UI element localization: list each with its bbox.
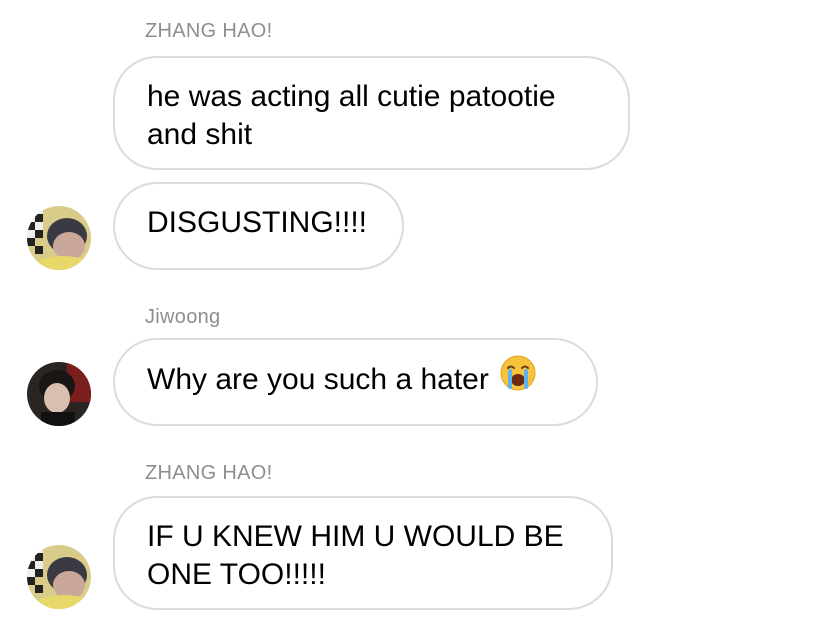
loudly-crying-face-emoji-icon — [499, 354, 537, 402]
message-bubble[interactable]: he was acting all cutie patootie and shi… — [113, 56, 630, 170]
message-text-line: he was acting all cutie patootie — [147, 80, 556, 113]
message-text: Why are you such a hater — [147, 362, 489, 396]
sender-name: ZHANG HAO! — [145, 20, 273, 42]
avatar-jiwoong[interactable] — [27, 362, 91, 426]
avatar-photo — [27, 545, 91, 609]
avatar-zhang-hao[interactable] — [27, 206, 91, 270]
message-text: DISGUSTING!!!! — [147, 206, 368, 239]
message-text-line: ONE TOO!!!!! — [147, 558, 326, 591]
avatar-zhang-hao[interactable] — [27, 545, 91, 609]
avatar-photo — [27, 362, 91, 426]
message-text-line: IF U KNEW HIM U WOULD BE — [147, 520, 564, 553]
sender-name: ZHANG HAO! — [145, 462, 273, 484]
message-bubble[interactable]: Why are you such a hater — [113, 338, 598, 426]
message-bubble[interactable]: DISGUSTING!!!! — [113, 182, 404, 270]
message-text-line: and shit — [147, 118, 253, 151]
avatar-photo — [27, 206, 91, 270]
sender-name: Jiwoong — [145, 306, 221, 328]
message-bubble[interactable]: IF U KNEW HIM U WOULD BE ONE TOO!!!!! — [113, 496, 613, 610]
